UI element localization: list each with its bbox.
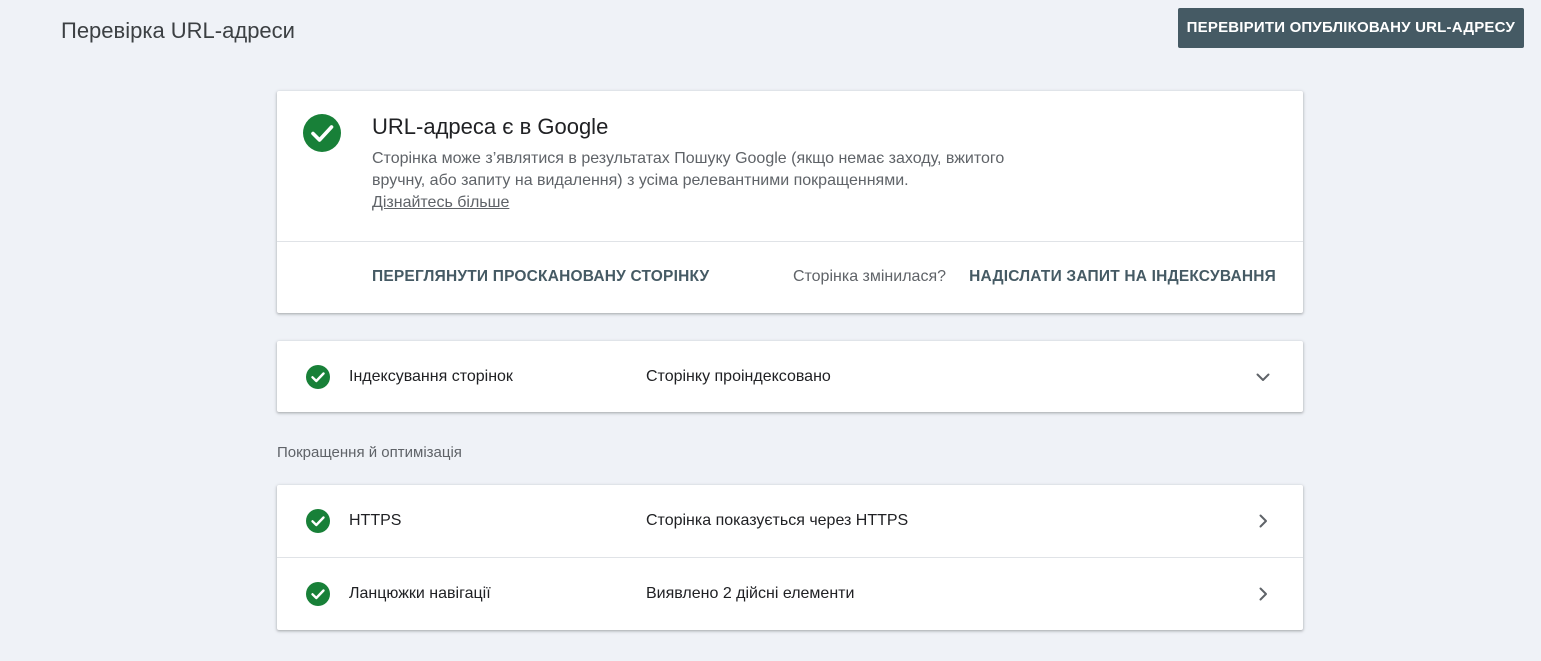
divider (277, 241, 1303, 242)
page-title: Перевірка URL-адреси (61, 18, 295, 43)
view-crawled-page-button[interactable]: ПЕРЕГЛЯНУТИ ПРОСКАНОВАНУ СТОРІНКУ (372, 256, 709, 298)
page-changed-question: Сторінка змінилася? (792, 268, 946, 285)
check-circle-icon (306, 509, 330, 533)
learn-more-link[interactable]: Дізнайтесь більше (372, 194, 509, 211)
summary-description-text: Сторінка може з’являтися в результатах П… (372, 150, 1005, 189)
chevron-right-icon[interactable] (1253, 511, 1273, 531)
row-label: Індексування сторінок (349, 368, 513, 385)
check-circle-icon (306, 582, 330, 606)
request-indexing-button[interactable]: НАДІСЛАТИ ЗАПИТ НА ІНДЕКСУВАННЯ (969, 256, 1276, 298)
row-status: Виявлено 2 дійсні елементи (646, 585, 855, 602)
row-label: HTTPS (349, 512, 402, 529)
check-circle-icon (306, 365, 330, 389)
enhancements-heading: Покращення й оптимізація (277, 444, 462, 461)
row-label: Ланцюжки навігації (349, 585, 491, 602)
row-status: Сторінку проіндексовано (646, 368, 831, 385)
page-indexing-row[interactable]: Індексування сторінок Сторінку проіндекс… (277, 341, 1303, 412)
check-circle-icon (303, 114, 341, 152)
https-row[interactable]: HTTPS Сторінка показується через HTTPS (277, 485, 1303, 557)
enhancements-card: HTTPS Сторінка показується через HTTPS Л… (277, 485, 1303, 630)
row-status: Сторінка показується через HTTPS (646, 512, 909, 529)
breadcrumbs-row[interactable]: Ланцюжки навігації Виявлено 2 дійсні еле… (277, 557, 1303, 630)
summary-title: URL-адреса є в Google (372, 114, 609, 139)
test-live-url-button[interactable]: ПЕРЕВІРИТИ ОПУБЛІКОВАНУ URL-АДРЕСУ (1177, 8, 1524, 48)
chevron-right-icon[interactable] (1253, 584, 1273, 604)
page-indexing-card: Індексування сторінок Сторінку проіндекс… (277, 341, 1303, 412)
summary-description: Сторінка може з’являтися в результатах П… (372, 148, 1032, 214)
chevron-down-icon[interactable] (1253, 367, 1273, 387)
summary-card: URL-адреса є в Google Сторінка може з’яв… (277, 91, 1303, 313)
